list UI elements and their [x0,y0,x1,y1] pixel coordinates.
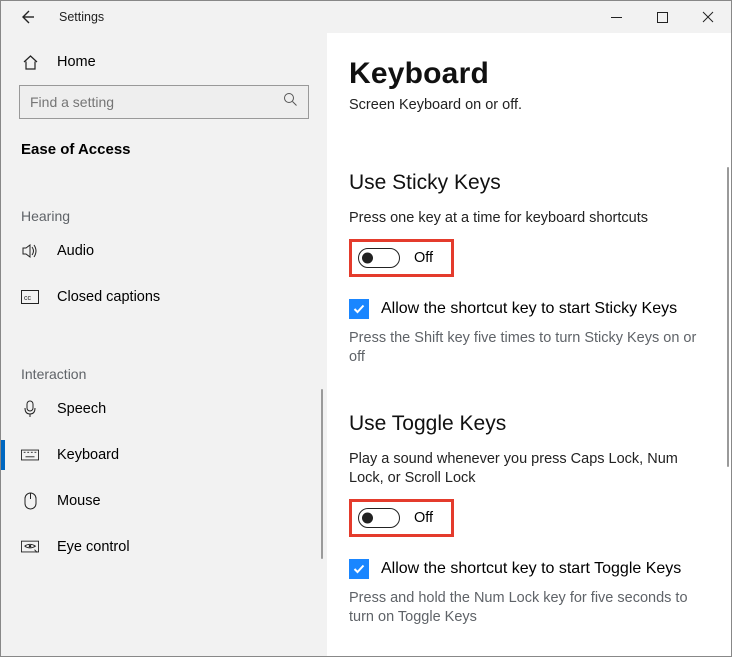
close-button[interactable] [685,2,731,32]
section-hearing: Hearing [1,158,327,228]
sidebar-home[interactable]: Home [1,47,327,77]
svg-text:cc: cc [24,295,32,302]
sidebar-item-mouse[interactable]: Mouse [1,478,327,524]
section-sticky-keys-heading: Use Sticky Keys [349,171,709,195]
toggle-keys-desc: Play a sound whenever you press Caps Loc… [349,450,709,489]
content-scrollbar[interactable] [727,167,729,467]
sidebar-item-label: Mouse [57,493,101,509]
eye-control-icon [21,538,39,556]
titlebar: Settings [1,1,731,33]
intro-partial: Screen Keyboard on or off. [349,97,709,113]
page-title: Keyboard [349,57,709,91]
toggle-keys-shortcut-label: Allow the shortcut key to start Toggle K… [381,560,681,578]
keyboard-icon [21,446,39,464]
sidebar-item-eye-control[interactable]: Eye control [1,524,327,570]
search-box[interactable] [19,85,309,119]
sidebar-item-closed-captions[interactable]: cc Closed captions [1,274,327,320]
home-icon [21,53,39,71]
toggle-keys-toggle-highlight: Off [349,499,454,537]
toggle-keys-shortcut-checkbox[interactable] [349,559,369,579]
sidebar-item-label: Speech [57,401,106,417]
sidebar-item-keyboard[interactable]: Keyboard [1,432,327,478]
breadcrumb: Ease of Access [1,119,327,158]
sidebar-item-label: Keyboard [57,447,119,463]
sticky-keys-toggle-highlight: Off [349,239,454,277]
main-content: Keyboard Screen Keyboard on or off. Use … [327,33,731,656]
search-input[interactable] [30,94,283,110]
sticky-keys-shortcut-checkbox[interactable] [349,299,369,319]
speaker-icon [21,242,39,260]
sidebar-item-label: Eye control [57,539,130,555]
section-toggle-keys-heading: Use Toggle Keys [349,412,709,436]
sidebar-home-label: Home [57,54,96,70]
sidebar-item-label: Closed captions [57,289,160,305]
toggle-keys-help: Press and hold the Num Lock key for five… [349,589,709,628]
sticky-keys-toggle[interactable] [358,248,400,268]
microphone-icon [21,400,39,418]
mouse-icon [21,492,39,510]
window-title: Settings [59,10,104,24]
sidebar-item-label: Audio [57,243,94,259]
cc-icon: cc [21,288,39,306]
sticky-keys-shortcut-label: Allow the shortcut key to start Sticky K… [381,300,677,318]
sidebar-item-audio[interactable]: Audio [1,228,327,274]
maximize-button[interactable] [639,2,685,32]
toggle-keys-toggle[interactable] [358,508,400,528]
sticky-keys-desc: Press one key at a time for keyboard sho… [349,209,709,229]
sticky-keys-toggle-label: Off [414,250,433,266]
section-interaction: Interaction [1,320,327,386]
search-icon [283,92,298,112]
sticky-keys-help: Press the Shift key five times to turn S… [349,329,709,368]
sidebar-scrollbar[interactable] [321,389,323,559]
back-button[interactable] [13,3,41,31]
sidebar: Home Ease of Access Hearing Audio cc Clo… [1,33,327,656]
minimize-button[interactable] [593,2,639,32]
toggle-keys-toggle-label: Off [414,510,433,526]
sidebar-item-speech[interactable]: Speech [1,386,327,432]
